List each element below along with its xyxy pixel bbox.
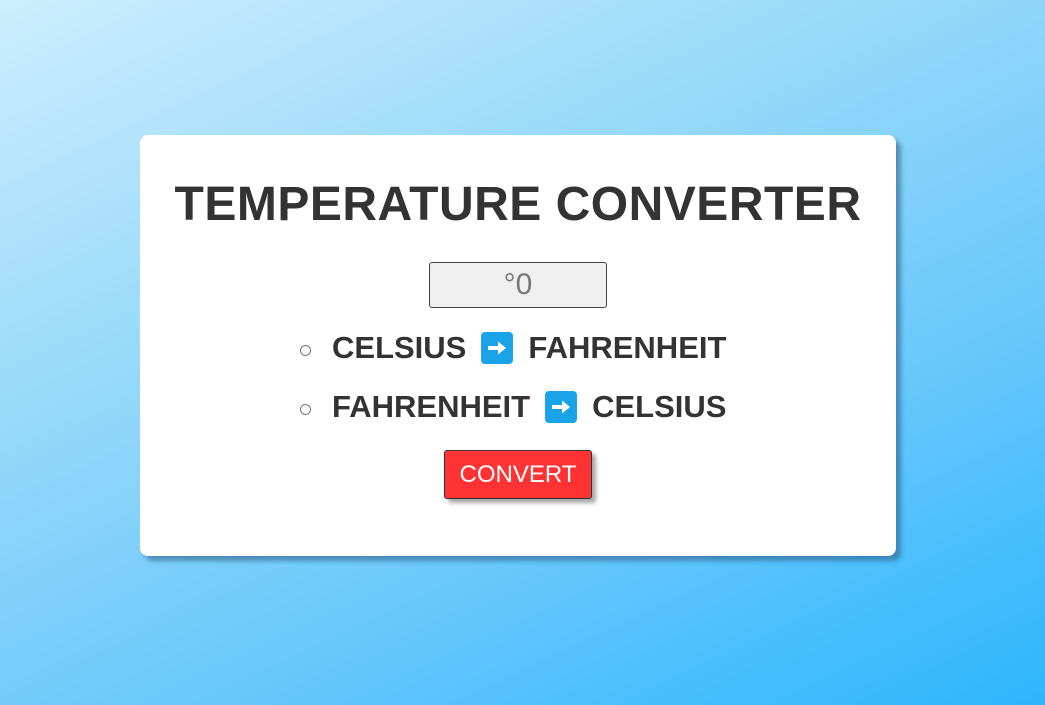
right-arrow-icon [481, 332, 514, 364]
option-celsius-to-fahrenheit[interactable]: CELSIUS FAHRENHEIT [300, 328, 726, 368]
option-to-label: FAHRENHEIT [528, 330, 727, 365]
page-title: TEMPERATURE CONVERTER [174, 178, 862, 231]
option-from-label: CELSIUS [332, 330, 467, 365]
temperature-input[interactable] [429, 262, 607, 308]
option-to-label: CELSIUS [592, 389, 727, 424]
option-from-label: FAHRENHEIT [332, 389, 531, 424]
radio-fahrenheit-to-celsius[interactable] [300, 403, 311, 415]
convert-button[interactable]: CONVERT [444, 450, 592, 499]
option-fahrenheit-to-celsius[interactable]: FAHRENHEIT CELSIUS [300, 387, 726, 427]
radio-celsius-to-fahrenheit[interactable] [300, 344, 311, 356]
converter-card: TEMPERATURE CONVERTER CELSIUS FAHRENHEIT… [140, 135, 896, 556]
right-arrow-icon [545, 391, 578, 423]
